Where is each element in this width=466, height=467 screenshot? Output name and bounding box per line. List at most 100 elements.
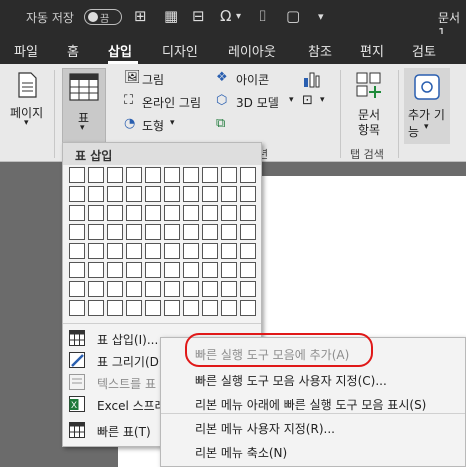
screenshot-icon[interactable]: ⊡ <box>302 93 313 108</box>
table-grid-cell[interactable] <box>183 224 199 240</box>
border-grid-icon[interactable]: ⊟ <box>192 7 205 25</box>
chart-icon[interactable] <box>302 70 320 88</box>
table-grid-cell[interactable] <box>221 262 237 278</box>
customize-ribbon-item[interactable]: 리본 메뉴 사용자 지정(R)... <box>195 420 335 437</box>
tab-mailings[interactable]: 편지 <box>360 41 384 60</box>
add-to-quick-access-item[interactable]: 빠른 실행 도구 모음에 추가(A) <box>195 346 349 363</box>
table-grid-cell[interactable] <box>202 205 218 221</box>
table-grid-cell[interactable] <box>240 167 256 183</box>
smartart-icon[interactable]: ⧉ <box>216 116 225 131</box>
table-grid-cell[interactable] <box>126 262 142 278</box>
table-grid-cell[interactable] <box>126 224 142 240</box>
table-grid-cell[interactable] <box>145 167 161 183</box>
table-grid-cell[interactable] <box>69 243 85 259</box>
table-grid-cell[interactable] <box>145 224 161 240</box>
table-grid-cell[interactable] <box>164 262 180 278</box>
autosave-toggle[interactable]: 끔 <box>84 9 122 25</box>
table-grid-cell[interactable] <box>164 300 180 316</box>
chart-table-icon[interactable]: ▦ <box>164 7 178 25</box>
table-grid-cell[interactable] <box>183 300 199 316</box>
tab-references[interactable]: 참조 <box>308 41 332 60</box>
table-grid-cell[interactable] <box>145 243 161 259</box>
customize-quick-access-item[interactable]: 빠른 실행 도구 모음 사용자 지정(C)... <box>195 372 387 389</box>
table-grid-cell[interactable] <box>107 243 123 259</box>
table-grid-cell[interactable] <box>126 186 142 202</box>
table-grid-cell[interactable] <box>183 243 199 259</box>
table-grid-cell[interactable] <box>69 300 85 316</box>
table-button[interactable]: 표 ▾ <box>62 68 106 146</box>
chevron-down-icon[interactable]: ▾ <box>236 11 241 22</box>
table-grid-cell[interactable] <box>240 281 256 297</box>
table-grid-cell[interactable] <box>126 281 142 297</box>
table-grid-cell[interactable] <box>69 205 85 221</box>
table-grid-cell[interactable] <box>240 205 256 221</box>
table-grid-cell[interactable] <box>183 205 199 221</box>
table-grid-cell[interactable] <box>202 243 218 259</box>
table-grid-cell[interactable] <box>69 224 85 240</box>
table-grid-cell[interactable] <box>69 167 85 183</box>
table-grid-cell[interactable] <box>145 205 161 221</box>
table-grid-cell[interactable] <box>145 262 161 278</box>
table-grid-cell[interactable] <box>88 243 104 259</box>
table-grid-cell[interactable] <box>202 300 218 316</box>
table-grid-cell[interactable] <box>202 167 218 183</box>
table-grid-cell[interactable] <box>164 281 180 297</box>
table-grid-cell[interactable] <box>240 262 256 278</box>
table-grid-cell[interactable] <box>107 300 123 316</box>
table-grid-cell[interactable] <box>126 205 142 221</box>
table-grid-cell[interactable] <box>202 281 218 297</box>
table-grid-cell[interactable] <box>183 281 199 297</box>
customize-qat-icon[interactable]: ▾ <box>318 10 324 23</box>
table-grid-cell[interactable] <box>88 300 104 316</box>
table-grid-cell[interactable] <box>164 167 180 183</box>
table-grid-cell[interactable] <box>88 262 104 278</box>
table-grid-cell[interactable] <box>107 224 123 240</box>
cross-reference-icon[interactable]: ▢ <box>286 7 300 25</box>
table-grid-cell[interactable] <box>126 167 142 183</box>
table-grid-cell[interactable] <box>164 243 180 259</box>
table-grid-cell[interactable] <box>164 186 180 202</box>
collapse-ribbon-item[interactable]: 리본 메뉴 축소(N) <box>195 444 287 461</box>
table-grid-cell[interactable] <box>202 262 218 278</box>
tab-home[interactable]: 홈 <box>67 41 79 60</box>
table-grid-cell[interactable] <box>88 224 104 240</box>
table-grid-cell[interactable] <box>145 300 161 316</box>
table-grid-cell[interactable] <box>145 281 161 297</box>
table-grid-icon[interactable]: ⊞ <box>134 7 147 25</box>
table-grid-cell[interactable] <box>183 167 199 183</box>
table-grid-cell[interactable] <box>88 205 104 221</box>
table-grid-cell[interactable] <box>88 167 104 183</box>
table-grid-cell[interactable] <box>240 224 256 240</box>
table-grid-cell[interactable] <box>202 224 218 240</box>
tab-review[interactable]: 검토 <box>412 41 436 60</box>
table-grid-cell[interactable] <box>107 281 123 297</box>
table-grid-cell[interactable] <box>164 224 180 240</box>
table-grid-cell[interactable] <box>221 205 237 221</box>
table-grid-cell[interactable] <box>69 262 85 278</box>
table-grid-cell[interactable] <box>164 205 180 221</box>
table-grid-cell[interactable] <box>69 281 85 297</box>
omega-symbol-icon[interactable]: Ω <box>220 7 231 25</box>
table-grid-cell[interactable] <box>107 186 123 202</box>
show-quick-access-below-item[interactable]: 리본 메뉴 아래에 빠른 실행 도구 모음 표시(S) <box>195 396 426 413</box>
table-grid-cell[interactable] <box>221 186 237 202</box>
table-grid-cell[interactable] <box>126 243 142 259</box>
table-grid-cell[interactable] <box>240 186 256 202</box>
tab-design[interactable]: 디자인 <box>162 41 198 60</box>
table-grid-cell[interactable] <box>221 300 237 316</box>
addins-button[interactable]: 추가 기능 ▾ <box>404 68 450 144</box>
table-grid-cell[interactable] <box>221 243 237 259</box>
table-grid-cell[interactable] <box>240 243 256 259</box>
table-grid-cell[interactable] <box>107 167 123 183</box>
table-grid-cell[interactable] <box>145 186 161 202</box>
tab-layout[interactable]: 레이아웃 <box>228 41 276 60</box>
table-size-grid[interactable] <box>69 167 257 324</box>
table-grid-cell[interactable] <box>221 224 237 240</box>
table-grid-cell[interactable] <box>88 186 104 202</box>
tab-insert[interactable]: 삽입 <box>108 41 132 60</box>
table-grid-cell[interactable] <box>221 167 237 183</box>
table-grid-cell[interactable] <box>183 262 199 278</box>
table-grid-cell[interactable] <box>126 300 142 316</box>
table-grid-cell[interactable] <box>107 262 123 278</box>
tab-file[interactable]: 파일 <box>14 41 38 60</box>
